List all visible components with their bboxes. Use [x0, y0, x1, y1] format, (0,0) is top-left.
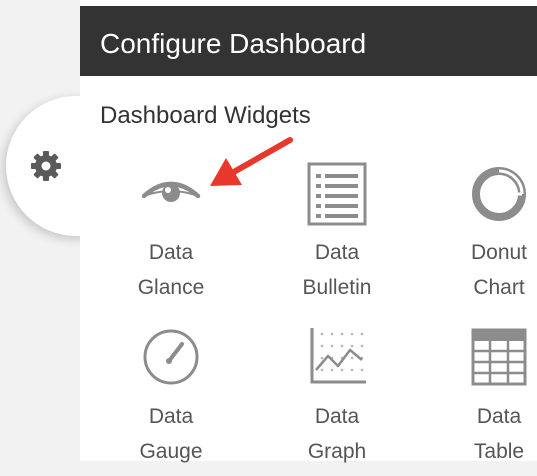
panel-header: Configure Dashboard — [80, 6, 537, 76]
annotation-arrow-icon — [210, 137, 293, 186]
widget-label-line1: Data — [148, 241, 194, 264]
widget-donut-chart[interactable]: Donut Chart — [434, 162, 537, 312]
widget-label-line2: Table — [473, 440, 525, 463]
section-title: Dashboard Widgets — [100, 102, 311, 129]
panel-title: Configure Dashboard — [100, 28, 367, 59]
widget-data-gauge[interactable]: Data Gauge — [106, 326, 236, 476]
widget-label-line1: Data — [476, 405, 522, 428]
widget-label-line2: Glance — [137, 276, 205, 299]
table-icon — [471, 328, 527, 386]
widget-data-graph[interactable]: Data Graph — [272, 326, 402, 476]
widget-label-line1: Data — [314, 405, 360, 428]
gauge-icon — [143, 329, 199, 385]
widget-label-line2: Gauge — [139, 440, 203, 463]
widget-label-line1: Data — [148, 405, 194, 428]
gear-icon[interactable] — [28, 148, 64, 184]
configure-dashboard-panel: Configure Dashboard Dashboard Widgets Da… — [80, 0, 537, 463]
line-graph-icon — [310, 328, 366, 384]
widget-label-line2: Bulletin — [302, 276, 372, 299]
widget-data-table[interactable]: Data Table — [434, 326, 537, 476]
widget-label-line2: Chart — [473, 276, 525, 299]
widget-label-line1: Donut — [470, 241, 528, 264]
donut-chart-icon — [472, 167, 526, 221]
widget-label-line2: Graph — [307, 440, 367, 463]
widget-label-line1: Data — [314, 241, 360, 264]
